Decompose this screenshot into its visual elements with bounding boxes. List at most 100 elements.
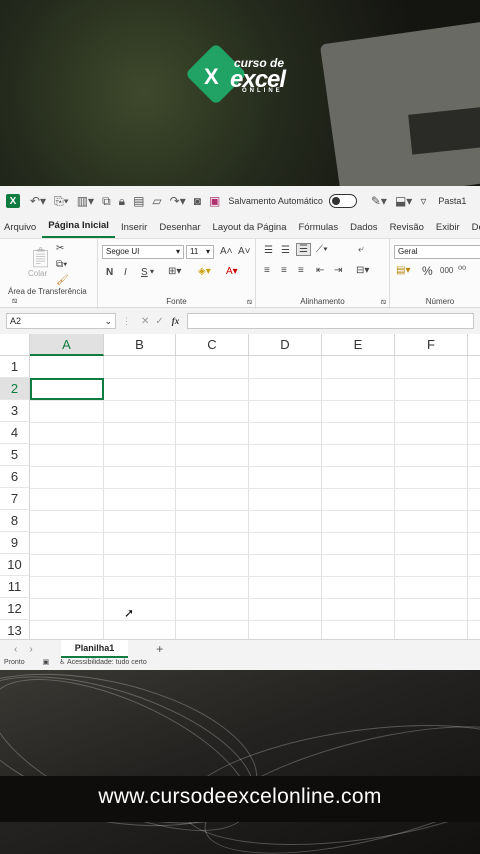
status-accessibility[interactable]: Acessibilidade: tudo certo (67, 659, 147, 666)
paint-icon[interactable]: ⬓▾ (395, 194, 412, 208)
row-header-11[interactable]: 11 (0, 576, 30, 598)
percent-button[interactable]: % (422, 264, 433, 278)
thousands-button[interactable]: 000 (440, 266, 453, 275)
align-right-icon[interactable]: ≡ (298, 265, 304, 276)
name-box[interactable]: A2 ⌄ (6, 313, 116, 329)
group-font: Segoe UI ▾ 11 ▾ A˄ A˅ N I S ▾ ⊞▾ ◈▾ A▾ Fon… (98, 239, 256, 309)
tab-layout[interactable]: Layout da Página (207, 222, 293, 238)
gridline (30, 532, 480, 533)
prev-sheet-icon[interactable]: ‹ (14, 644, 17, 655)
column-header-a[interactable]: A (30, 334, 104, 356)
lock-icon[interactable]: 🔒︎ (119, 194, 125, 209)
open-icon[interactable]: ▱ (152, 194, 161, 208)
dialog-launcher-icon[interactable]: ⧅ (381, 297, 386, 307)
bold-button[interactable]: N (106, 267, 113, 278)
row-header-4[interactable]: 4 (0, 422, 30, 444)
row-header-13[interactable]: 13 (0, 620, 30, 639)
tab-desenhar[interactable]: Desenhar (153, 222, 206, 238)
more-icon[interactable]: ▿ (420, 194, 426, 208)
enter-icon[interactable]: ✓ (155, 316, 169, 327)
column-header-c[interactable]: C (176, 334, 249, 356)
undo-icon[interactable]: ↶▾ (30, 194, 46, 208)
underline-button[interactable]: S (141, 267, 148, 278)
font-size-select[interactable]: 11 ▾ (186, 245, 214, 259)
redo2-icon[interactable]: ↷▾ (170, 194, 186, 208)
tab-pagina-inicial[interactable]: Página Inicial (42, 220, 115, 238)
row-header-8[interactable]: 8 (0, 510, 30, 532)
align-bottom-icon[interactable]: ☰ (296, 243, 311, 256)
tab-arquivo[interactable]: Arquivo (0, 222, 42, 238)
font-size-value: 11 (190, 247, 199, 256)
chevron-down-icon[interactable]: ▾ (150, 267, 154, 276)
column-header-b[interactable]: B (104, 334, 176, 356)
font-name-select[interactable]: Segoe UI ▾ (102, 245, 184, 259)
shrink-font-icon[interactable]: A˅ (238, 246, 251, 257)
row-header-10[interactable]: 10 (0, 554, 30, 576)
tab-desenvolvedor[interactable]: Desenv (466, 222, 480, 238)
tab-dados[interactable]: Dados (344, 222, 383, 238)
sheet-tab-planilha1[interactable]: Planilha1 (60, 640, 129, 658)
column-header-e[interactable]: E (322, 334, 395, 356)
formula-input[interactable] (187, 313, 474, 329)
row-header-3[interactable]: 3 (0, 400, 30, 422)
paste-icon[interactable]: 📋︎ (28, 245, 53, 270)
dialog-launcher-icon[interactable]: ⧅ (247, 297, 252, 307)
add-sheet-button[interactable]: + (156, 642, 163, 656)
borders-icon[interactable]: ⊞▾ (168, 266, 181, 277)
next-sheet-icon[interactable]: › (29, 644, 32, 655)
orientation-icon[interactable]: ⟋▾ (316, 244, 328, 255)
row-header-5[interactable]: 5 (0, 444, 30, 466)
align-top-icon[interactable]: ☰ (264, 245, 273, 256)
row-header-7[interactable]: 7 (0, 488, 30, 510)
decimal-icon[interactable]: ⁰⁰ (458, 265, 466, 276)
row-header-6[interactable]: 6 (0, 466, 30, 488)
pen-icon[interactable]: ✎▾ (371, 194, 387, 208)
copy-format-icon[interactable]: ⧉▾ (56, 259, 67, 270)
chart-icon[interactable]: ▥▾ (77, 194, 94, 208)
decrease-indent-icon[interactable]: ⇤ (316, 265, 324, 276)
dialog-launcher-icon[interactable]: ⧅ (12, 296, 17, 305)
align-center-icon[interactable]: ≡ (281, 265, 287, 276)
macro-icon[interactable]: ▣ (43, 659, 50, 666)
form-icon[interactable]: ▤ (133, 194, 144, 208)
column-header-f[interactable]: F (395, 334, 468, 356)
select-all-corner[interactable] (0, 334, 30, 356)
tab-formulas[interactable]: Fórmulas (293, 222, 345, 238)
redo-icon[interactable]: ⎘▾ (54, 194, 69, 209)
row-header-12[interactable]: 12 (0, 598, 30, 620)
increase-indent-icon[interactable]: ⇥ (334, 265, 342, 276)
fill-color-icon[interactable]: ◈▾ (198, 266, 211, 277)
format-painter-icon[interactable]: 🖌︎ (56, 275, 69, 286)
autosave-toggle[interactable] (328, 194, 357, 208)
status-ready: Pronto (4, 659, 25, 666)
worksheet-grid[interactable]: A B C D E F 1 2 3 4 5 6 7 8 9 10 11 12 1… (0, 334, 480, 639)
copy-icon[interactable]: ⧉ (102, 194, 111, 209)
column-header-g[interactable] (468, 334, 480, 356)
grow-font-icon[interactable]: A˄ (220, 246, 233, 257)
merge-center-icon[interactable]: ⊟▾ (356, 265, 369, 276)
alignment-group-label: Alinhamento (300, 297, 345, 306)
accessibility-icon[interactable]: ♿︎ (59, 659, 65, 666)
cancel-icon[interactable]: ✕ (141, 316, 155, 327)
cut-icon[interactable]: ✂ (56, 243, 64, 254)
insert-function-button[interactable]: fx (172, 316, 180, 326)
wrap-text-icon[interactable]: ⤶ (358, 244, 364, 255)
number-format-select[interactable]: Geral (394, 245, 480, 259)
row-header-9[interactable]: 9 (0, 532, 30, 554)
font-color-icon[interactable]: A▾ (226, 266, 238, 277)
tab-inserir[interactable]: Inserir (115, 222, 153, 238)
currency-icon[interactable]: ▤▾ (396, 265, 410, 276)
camera-icon[interactable]: ◙ (194, 194, 201, 208)
align-middle-icon[interactable]: ☰ (281, 245, 290, 256)
tab-exibir[interactable]: Exibir (430, 222, 466, 238)
footer-url[interactable]: www.cursodeexcelonline.com (0, 776, 480, 822)
paste-label[interactable]: Colar (28, 269, 47, 278)
tab-revisao[interactable]: Revisão (384, 222, 430, 238)
row-header-2[interactable]: 2 (0, 378, 30, 400)
active-cell-a2[interactable] (30, 378, 104, 400)
column-header-d[interactable]: D (249, 334, 322, 356)
row-header-1[interactable]: 1 (0, 356, 30, 378)
align-left-icon[interactable]: ≡ (264, 265, 270, 276)
save-icon[interactable]: ▣ (209, 194, 220, 208)
italic-button[interactable]: I (124, 267, 127, 278)
